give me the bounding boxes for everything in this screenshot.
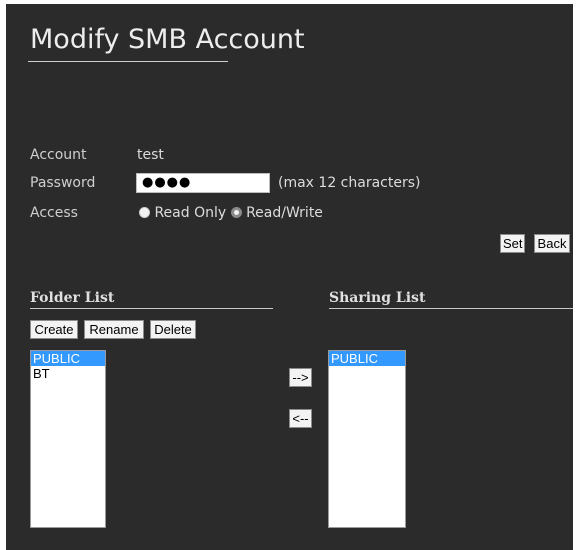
folder-list-divider [30,308,273,309]
sharing-list-divider [329,308,573,309]
account-label: Account [30,147,87,163]
read-only-radio[interactable] [139,207,150,218]
sharing-list-item-public[interactable]: PUBLIC [329,351,405,366]
password-label: Password [30,175,96,191]
password-hint: (max 12 characters) [278,175,421,191]
read-only-label: Read Only [154,205,227,221]
access-radio-group: Read Only Read/Write [139,205,323,221]
sharing-listbox[interactable]: PUBLIC [328,350,406,528]
rename-folder-button[interactable]: Rename [84,320,144,339]
create-folder-button[interactable]: Create [30,320,78,339]
folder-list-title: Folder List [30,290,115,306]
read-write-option[interactable]: Read/Write [230,205,323,221]
title-underline [28,61,228,62]
account-value: test [137,147,164,163]
read-write-label: Read/Write [246,205,323,221]
back-button[interactable]: Back [534,234,570,253]
folder-list-item-bt[interactable]: BT [31,366,105,381]
folder-listbox[interactable]: PUBLIC BT [30,350,106,528]
modify-smb-account-panel: Modify SMB Account Account test Password… [6,4,573,550]
folder-list-item-public[interactable]: PUBLIC [31,351,105,366]
delete-folder-button[interactable]: Delete [150,320,196,339]
set-button[interactable]: Set [500,234,525,253]
add-to-sharing-button[interactable]: --> [289,368,312,387]
page-title: Modify SMB Account [30,24,305,55]
read-only-option[interactable]: Read Only [139,205,231,221]
remove-from-sharing-button[interactable]: <-- [289,409,312,428]
password-field[interactable]: ●●●● [136,173,270,193]
sharing-list-title: Sharing List [329,290,426,306]
access-label: Access [30,205,78,221]
read-write-radio[interactable] [230,207,242,218]
